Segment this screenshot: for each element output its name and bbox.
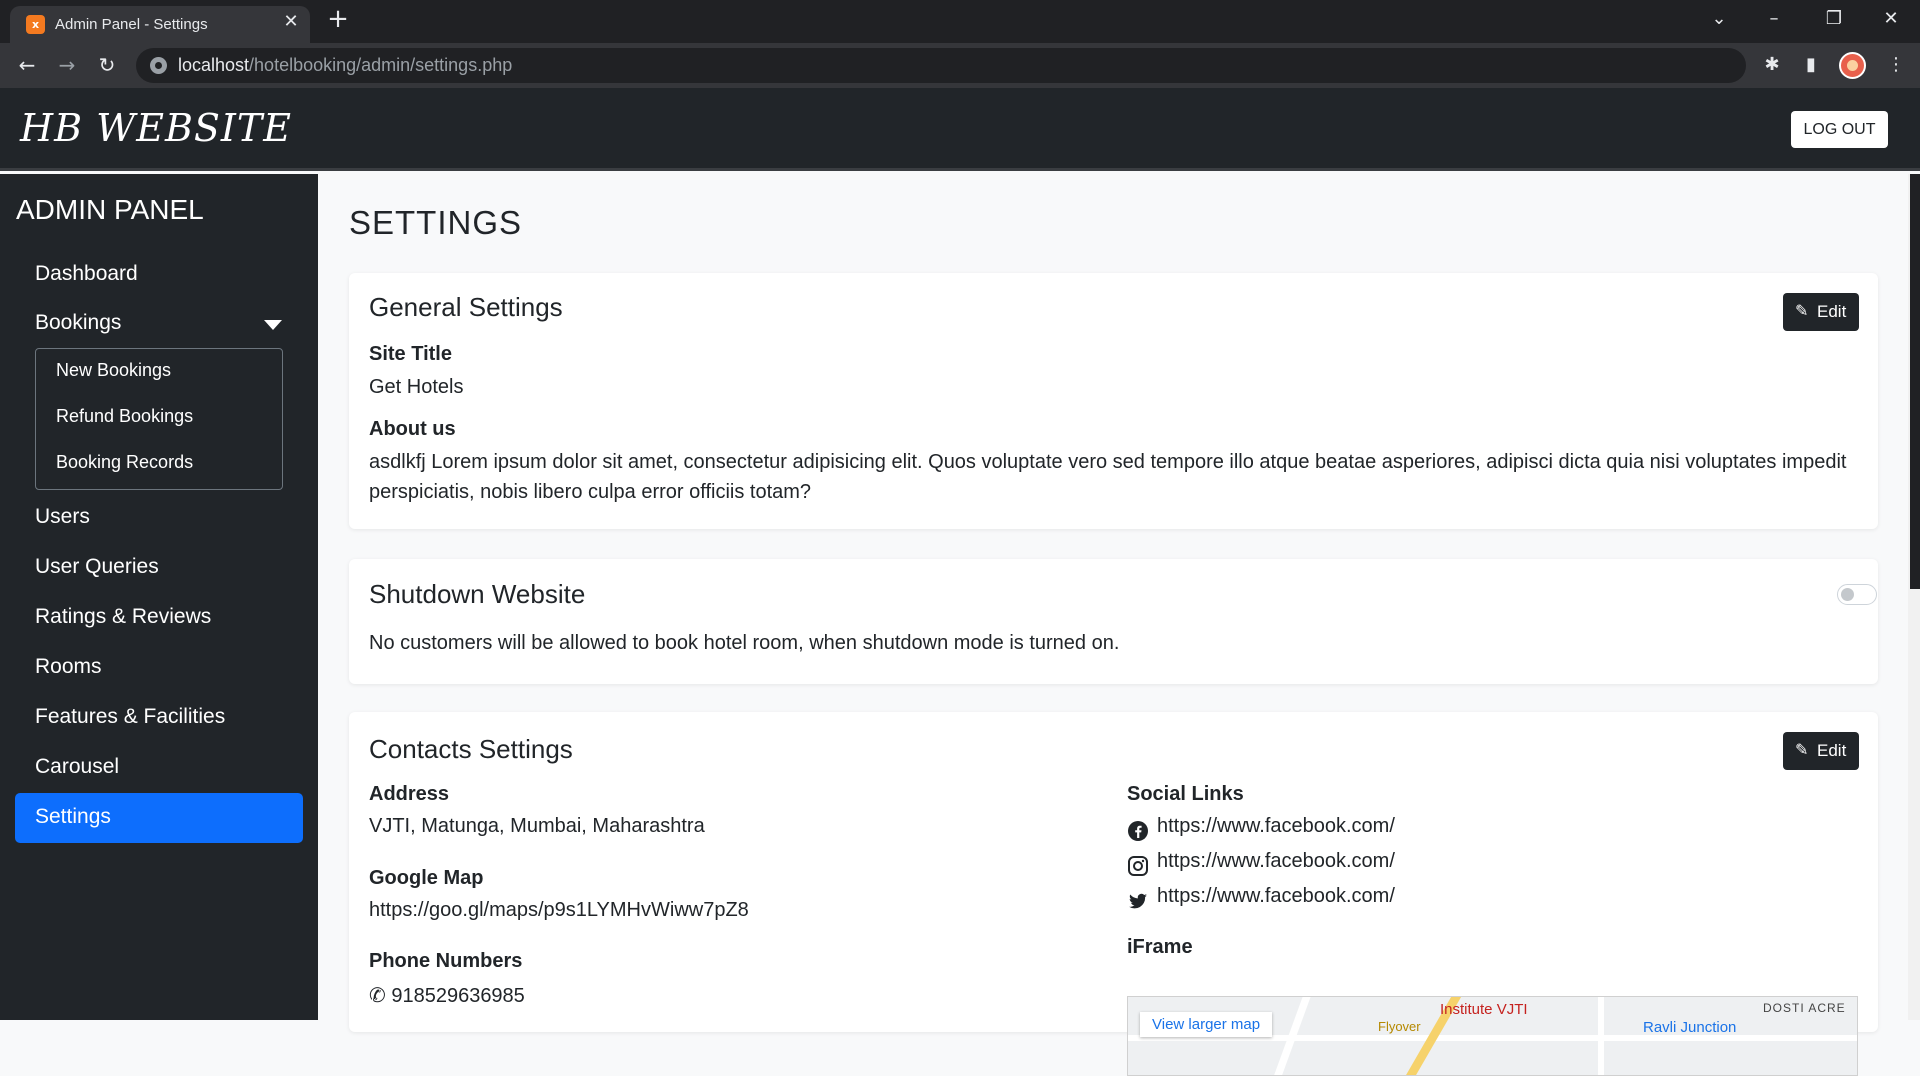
edit-label: Edit: [1817, 741, 1847, 760]
twitter-icon: [1129, 893, 1147, 909]
sidebar-item-features-facilities[interactable]: Features & Facilities: [35, 705, 225, 729]
site-title-label: Site Title: [369, 343, 452, 365]
edit-pencil-icon: ✎: [1795, 742, 1809, 759]
facebook-icon: [1128, 821, 1148, 841]
twitter-link[interactable]: https://www.facebook.com/: [1157, 885, 1395, 908]
logout-button[interactable]: LOG OUT: [1791, 111, 1888, 148]
main-content: SETTINGS General Settings ✎ Edit Site Ti…: [318, 174, 1908, 1076]
close-window-icon[interactable]: ✕: [1873, 4, 1909, 34]
site-info-icon[interactable]: [150, 57, 167, 74]
admin-sidebar: ADMIN PANEL Dashboard Bookings New Booki…: [0, 174, 318, 1020]
general-settings-card: General Settings ✎ Edit Site Title Get H…: [349, 273, 1878, 529]
url-path: /hotelbooking/admin/settings.php: [249, 55, 513, 75]
sidebar-item-bookings[interactable]: Bookings: [35, 311, 121, 335]
xampp-favicon-icon: x: [26, 15, 45, 34]
general-settings-title: General Settings: [369, 292, 563, 322]
edit-pencil-icon: ✎: [1795, 303, 1809, 320]
shutdown-description: No customers will be allowed to book hot…: [369, 632, 1120, 654]
google-map-label: Google Map: [369, 867, 484, 889]
iframe-label: iFrame: [1127, 936, 1193, 958]
edit-label: Edit: [1817, 302, 1847, 321]
caret-down-icon[interactable]: [264, 320, 282, 330]
close-tab-icon[interactable]: ✕: [281, 12, 301, 32]
submenu-item-booking-records[interactable]: Booking Records: [56, 452, 193, 473]
browser-tab[interactable]: x Admin Panel - Settings ✕: [10, 6, 310, 43]
phone-number-value: 918529636985: [391, 985, 525, 1007]
phone-number-row: ✆ 918529636985: [369, 983, 525, 1008]
social-links-label: Social Links: [1127, 783, 1244, 805]
submenu-item-new-bookings[interactable]: New Bookings: [56, 360, 171, 381]
sidebar-item-rooms[interactable]: Rooms: [35, 655, 102, 679]
address-bar[interactable]: localhost/hotelbooking/admin/settings.ph…: [136, 48, 1746, 83]
forward-arrow-icon[interactable]: →: [51, 49, 83, 81]
url-text: localhost/hotelbooking/admin/settings.ph…: [178, 55, 512, 76]
sidebar-item-carousel[interactable]: Carousel: [35, 755, 119, 779]
bookings-submenu: New Bookings Refund Bookings Booking Rec…: [35, 348, 283, 490]
map-place-dosti-acre: DOSTI ACRE: [1763, 1001, 1846, 1015]
general-edit-button[interactable]: ✎ Edit: [1783, 293, 1859, 331]
about-value: asdlkfj Lorem ipsum dolor sit amet, cons…: [369, 451, 1847, 503]
phone-numbers-label: Phone Numbers: [369, 950, 523, 972]
sidebar-item-settings-active[interactable]: Settings: [15, 793, 303, 843]
map-place-ravli-junction: Ravli Junction: [1643, 1019, 1737, 1036]
instagram-link[interactable]: https://www.facebook.com/: [1157, 850, 1395, 873]
about-label: About us: [369, 418, 456, 440]
sidebar-item-user-queries[interactable]: User Queries: [35, 555, 159, 579]
facebook-link[interactable]: https://www.facebook.com/: [1157, 815, 1395, 838]
shutdown-title: Shutdown Website: [369, 579, 586, 609]
minimize-icon[interactable]: –: [1756, 4, 1792, 34]
back-arrow-icon[interactable]: ←: [11, 49, 43, 81]
map-road: [1598, 997, 1604, 1075]
contacts-settings-title: Contacts Settings: [369, 734, 573, 764]
sidebar-item-dashboard[interactable]: Dashboard: [35, 262, 138, 286]
embedded-map-iframe[interactable]: View larger map Institute VJTI Flyover R…: [1127, 996, 1858, 1076]
address-label: Address: [369, 783, 450, 805]
map-place-flyover: Flyover: [1378, 1019, 1421, 1034]
page-scrollbar-thumb[interactable]: [1910, 174, 1920, 589]
sidebar-item-ratings-reviews[interactable]: Ratings & Reviews: [35, 605, 211, 629]
url-host: localhost: [178, 55, 250, 75]
page-title: SETTINGS: [349, 204, 523, 241]
contacts-edit-button[interactable]: ✎ Edit: [1783, 732, 1859, 770]
sidebar-item-settings[interactable]: Settings: [35, 805, 111, 829]
new-tab-icon[interactable]: +: [324, 6, 352, 34]
side-panel-icon[interactable]: ▮: [1798, 52, 1824, 78]
tab-search-chevron-icon[interactable]: ⌄: [1701, 4, 1737, 34]
view-larger-map-link[interactable]: View larger map: [1140, 1012, 1273, 1037]
submenu-item-refund-bookings[interactable]: Refund Bookings: [56, 406, 193, 427]
browser-toolbar: ← → ↻ localhost/hotelbooking/admin/setti…: [0, 43, 1920, 88]
brand-logo[interactable]: HB WEBSITE: [20, 106, 292, 150]
address-value: VJTI, Matunga, Mumbai, Maharashtra: [369, 815, 705, 837]
instagram-icon: [1128, 856, 1148, 876]
site-title-value: Get Hotels: [369, 376, 464, 398]
reload-icon[interactable]: ↻: [91, 49, 123, 81]
shutdown-card: Shutdown Website No customers will be al…: [349, 559, 1878, 684]
browser-menu-icon[interactable]: ⋮: [1883, 52, 1909, 78]
sidebar-title: ADMIN PANEL: [16, 194, 204, 225]
phone-icon: ✆: [369, 985, 386, 1007]
restore-icon[interactable]: ❐: [1816, 4, 1852, 34]
shutdown-toggle-switch[interactable]: [1837, 584, 1877, 605]
google-map-value: https://goo.gl/maps/p9s1LYMHvWiww7pZ8: [369, 899, 749, 921]
tab-title: Admin Panel - Settings: [55, 16, 208, 33]
contacts-settings-card: Contacts Settings ✎ Edit Address VJTI, M…: [349, 712, 1878, 1076]
map-place-institute: Institute VJTI: [1440, 1001, 1528, 1018]
browser-tab-bar: x Admin Panel - Settings ✕ + ⌄ – ❐ ✕: [0, 0, 1920, 43]
site-header: HB WEBSITE LOG OUT: [0, 88, 1920, 171]
profile-avatar[interactable]: [1839, 52, 1866, 79]
sidebar-item-users[interactable]: Users: [35, 505, 90, 529]
extensions-puzzle-icon[interactable]: ✱: [1759, 52, 1785, 78]
